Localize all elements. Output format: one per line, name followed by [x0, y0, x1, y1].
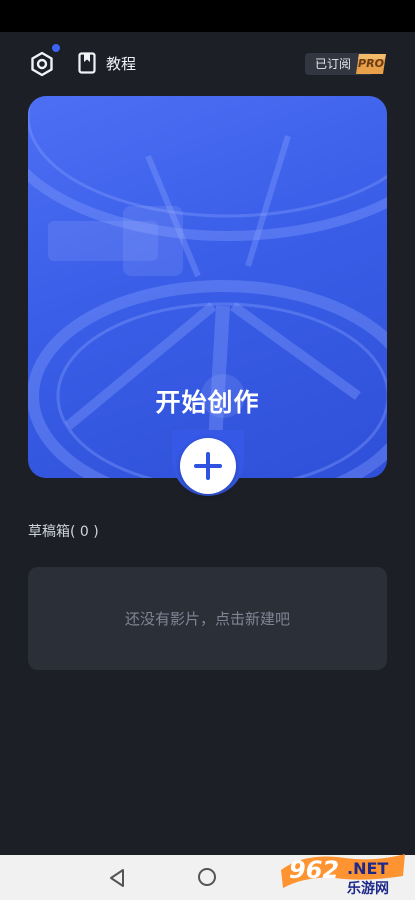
empty-message: 还没有影片，点击新建吧 — [124, 610, 290, 628]
notification-dot — [52, 44, 60, 52]
drafts-empty-card: 还没有影片，点击新建吧 — [28, 567, 387, 670]
watermark-number: 962 — [289, 856, 339, 884]
tutorial-label: 教程 — [106, 54, 137, 73]
new-project-button[interactable] — [180, 438, 236, 494]
status-bar — [0, 0, 415, 32]
settings-button[interactable] — [28, 50, 56, 78]
film-reel-background-image — [28, 96, 387, 478]
watermark-logo: 962 .NET 乐游网 — [281, 854, 405, 897]
pro-badge: PRO — [355, 53, 387, 75]
home-circle-icon[interactable] — [198, 868, 216, 886]
settings-hex-icon — [31, 51, 53, 77]
bookmark-icon — [78, 52, 96, 74]
watermark-suffix: .NET — [347, 859, 388, 878]
back-triangle-icon[interactable] — [108, 868, 126, 888]
subscription-badge[interactable]: 已订阅 PRO — [304, 53, 387, 75]
drafts-title: 草稿箱( 0 ) — [28, 524, 99, 540]
start-creating-title: 开始创作 — [155, 388, 260, 417]
watermark-subtitle: 乐游网 — [347, 880, 389, 897]
top-bar: 教程 已订阅 PRO — [0, 32, 415, 94]
pro-label: PRO — [358, 57, 384, 70]
tutorial-button[interactable]: 教程 — [78, 52, 136, 74]
start-creating-card[interactable]: 开始创作 — [28, 96, 387, 478]
